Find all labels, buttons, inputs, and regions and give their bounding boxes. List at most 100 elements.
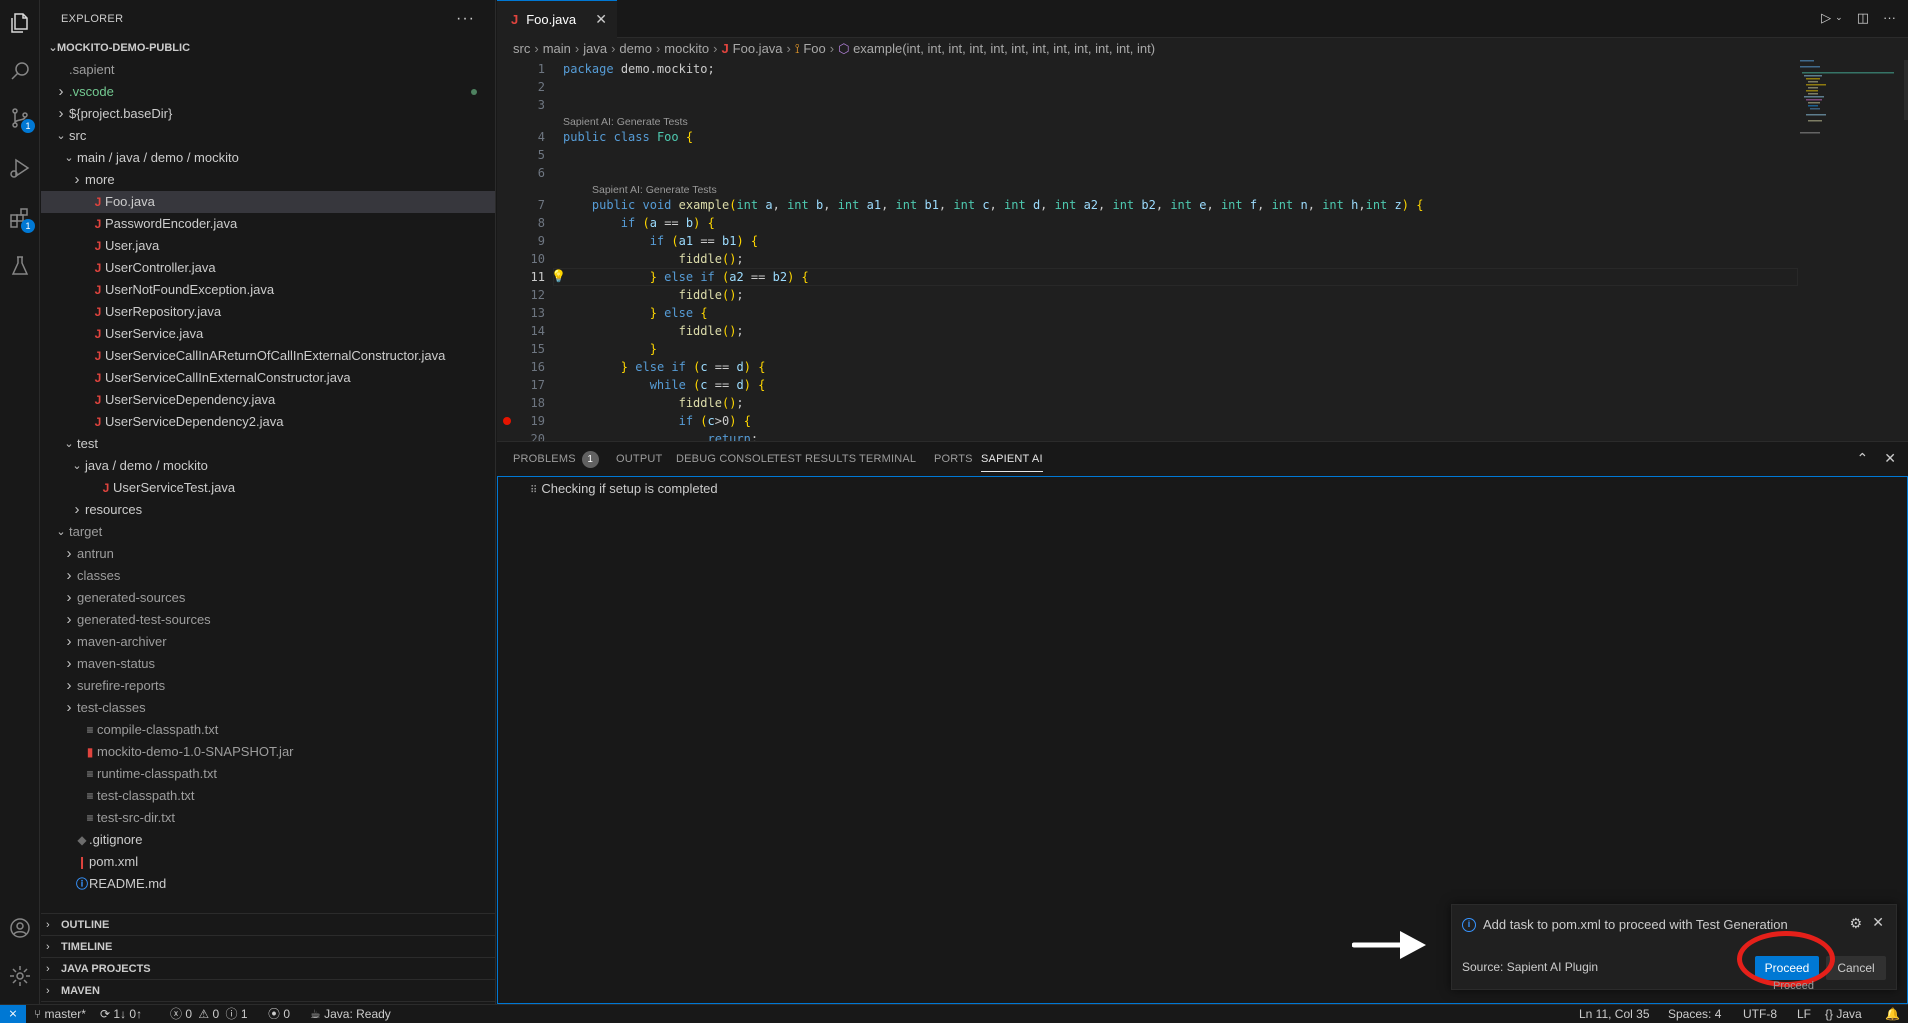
- code-line[interactable]: if (a1 == b1) {: [563, 232, 758, 250]
- code-line[interactable]: } else if (a2 == b2) {: [563, 268, 809, 286]
- tree-item-src[interactable]: ⌄ src: [41, 125, 495, 147]
- tree-item-surefire-reports[interactable]: › surefire-reports: [41, 675, 495, 697]
- breadcrumb-method[interactable]: example(int, int, int, int, int, int, in…: [853, 41, 1155, 56]
- search-icon[interactable]: [5, 56, 35, 86]
- code-line[interactable]: if (a == b) {: [563, 214, 715, 232]
- branch-indicator[interactable]: ⑂ master*: [34, 1005, 86, 1023]
- run-play-icon[interactable]: ▷: [1821, 10, 1831, 26]
- tree-item-maven-archiver[interactable]: › maven-archiver: [41, 631, 495, 653]
- breadcrumb-item[interactable]: java: [583, 41, 607, 56]
- tree-item-user-java[interactable]: J User.java: [41, 235, 495, 257]
- source-control-icon[interactable]: 1: [5, 103, 35, 133]
- code-line[interactable]: fiddle();: [563, 394, 744, 412]
- panel-tab-test-results[interactable]: TEST RESULTS: [773, 442, 856, 476]
- indentation[interactable]: Spaces: 4: [1668, 1005, 1721, 1023]
- tree-item-more[interactable]: › more: [41, 169, 495, 191]
- tree-item-readme-md[interactable]: ⓘ README.md: [41, 873, 495, 895]
- tree-item-resources[interactable]: › resources: [41, 499, 495, 521]
- code-line[interactable]: }: [563, 340, 657, 358]
- tree-item-gitignore[interactable]: ◆ .gitignore: [41, 829, 495, 851]
- close-panel-icon[interactable]: ✕: [1884, 450, 1896, 467]
- cursor-position[interactable]: Ln 11, Col 35: [1579, 1005, 1650, 1023]
- tree-item-sapient[interactable]: .sapient: [41, 59, 495, 81]
- codelens-generate-tests[interactable]: Sapient AI: Generate Tests: [592, 184, 717, 196]
- tree-item-mockito-demo-1-0-snapshot-jar[interactable]: ▮ mockito-demo-1.0-SNAPSHOT.jar: [41, 741, 495, 763]
- tree-item-test-classes[interactable]: › test-classes: [41, 697, 495, 719]
- tree-item-userrepository-java[interactable]: J UserRepository.java: [41, 301, 495, 323]
- sync-indicator[interactable]: ⟳ 1↓ 0↑: [100, 1005, 142, 1023]
- tree-item-userservicecallinareturnofcallinexternalconstructor-java[interactable]: J UserServiceCallInAReturnOfCallInExterna…: [41, 345, 495, 367]
- tree-item-antrun[interactable]: › antrun: [41, 543, 495, 565]
- breadcrumb-file[interactable]: Foo.java: [733, 41, 783, 56]
- notification-settings-gear-icon[interactable]: ⚙: [1849, 915, 1862, 932]
- line-ending[interactable]: LF: [1797, 1005, 1811, 1023]
- section-java-projects[interactable]: › JAVA PROJECTS: [41, 958, 495, 980]
- chevron-down-icon[interactable]: ⌄: [1835, 12, 1843, 26]
- code-line[interactable]: } else if (c == d) {: [563, 358, 766, 376]
- section-outline[interactable]: › OUTLINE: [41, 914, 495, 936]
- cancel-button[interactable]: Cancel: [1826, 956, 1886, 980]
- notifications-bell-icon[interactable]: 🔔: [1885, 1005, 1900, 1023]
- tree-item-generated-test-sources[interactable]: › generated-test-sources: [41, 609, 495, 631]
- tree-item-generated-sources[interactable]: › generated-sources: [41, 587, 495, 609]
- panel-tab-sapient-ai[interactable]: SAPIENT AI: [981, 446, 1043, 472]
- remote-indicator-icon[interactable]: ⨯: [0, 1005, 26, 1023]
- breadcrumb-item[interactable]: main: [543, 41, 571, 56]
- extensions-icon[interactable]: 1: [5, 203, 35, 233]
- tree-item-project-basedir[interactable]: › ${project.baseDir}: [41, 103, 495, 125]
- panel-tab-problems[interactable]: PROBLEMS 1: [513, 442, 599, 476]
- code-line[interactable]: while (c == d) {: [563, 376, 766, 394]
- tree-item-test[interactable]: ⌄ test: [41, 433, 495, 455]
- encoding[interactable]: UTF-8: [1743, 1005, 1777, 1023]
- run-debug-icon[interactable]: [5, 153, 35, 183]
- breadcrumb-class[interactable]: Foo: [803, 41, 825, 56]
- tree-item-userservicedependency-java[interactable]: J UserServiceDependency.java: [41, 389, 495, 411]
- code-editor[interactable]: Sapient AI: Generate Tests Sapient AI: Ge…: [497, 60, 1798, 441]
- split-editor-icon[interactable]: ◫: [1857, 10, 1869, 26]
- breadcrumb-item[interactable]: src: [513, 41, 530, 56]
- explorer-icon[interactable]: [5, 8, 35, 38]
- tree-item-passwordencoder-java[interactable]: J PasswordEncoder.java: [41, 213, 495, 235]
- tree-item-classes[interactable]: › classes: [41, 565, 495, 587]
- explorer-more-actions-icon[interactable]: ···: [456, 10, 475, 28]
- code-line[interactable]: fiddle();: [563, 322, 744, 340]
- panel-tab-debug-console[interactable]: DEBUG CONSOLE: [676, 442, 775, 476]
- tree-item-userservicecallinexternalconstructor-java[interactable]: J UserServiceCallInExternalConstructor.ja…: [41, 367, 495, 389]
- tree-item-test-src-dir-txt[interactable]: ≡ test-src-dir.txt: [41, 807, 495, 829]
- code-line[interactable]: } else {: [563, 304, 708, 322]
- panel-tab-output[interactable]: OUTPUT: [616, 442, 662, 476]
- code-line[interactable]: package demo.mockito;: [563, 60, 715, 78]
- tree-item-usernotfoundexception-java[interactable]: J UserNotFoundException.java: [41, 279, 495, 301]
- settings-gear-icon[interactable]: [5, 961, 35, 991]
- code-line[interactable]: if (c>0) {: [563, 412, 751, 430]
- code-line[interactable]: fiddle();: [563, 286, 744, 304]
- tree-item-foo-java[interactable]: J Foo.java: [41, 191, 495, 213]
- tree-item-main-java-demo-mockito[interactable]: ⌄ main / java / demo / mockito: [41, 147, 495, 169]
- section-timeline[interactable]: › TIMELINE: [41, 936, 495, 958]
- java-status[interactable]: ☕ Java: Ready: [310, 1005, 391, 1023]
- code-line[interactable]: public class Foo {: [563, 128, 693, 146]
- panel-tab-ports[interactable]: PORTS: [934, 442, 973, 476]
- tree-item-usercontroller-java[interactable]: J UserController.java: [41, 257, 495, 279]
- tree-item-java-demo-mockito[interactable]: ⌄ java / demo / mockito: [41, 455, 495, 477]
- minimap[interactable]: [1798, 60, 1908, 160]
- notification-close-icon[interactable]: ✕: [1872, 914, 1884, 931]
- section-maven[interactable]: › MAVEN: [41, 980, 495, 1002]
- ports-indicator[interactable]: ⦿ 0: [268, 1005, 290, 1023]
- account-icon[interactable]: [5, 913, 35, 943]
- tree-item-target[interactable]: ⌄ target: [41, 521, 495, 543]
- more-actions-icon[interactable]: ···: [1883, 10, 1896, 26]
- tree-item-mockito-demo-public[interactable]: ⌄ MOCKITO-DEMO-PUBLIC: [41, 37, 495, 59]
- language-mode[interactable]: {} Java: [1825, 1005, 1862, 1023]
- tree-item-userservicetest-java[interactable]: J UserServiceTest.java: [41, 477, 495, 499]
- lightbulb-icon[interactable]: 💡: [551, 269, 566, 283]
- code-line[interactable]: return;: [563, 430, 759, 441]
- tree-item-userservice-java[interactable]: J UserService.java: [41, 323, 495, 345]
- maximize-panel-chevron-up-icon[interactable]: ⌃: [1857, 450, 1869, 467]
- code-line[interactable]: fiddle();: [563, 250, 744, 268]
- testing-flask-icon[interactable]: [5, 251, 35, 281]
- tab-foo-java[interactable]: J Foo.java ✕: [497, 0, 617, 38]
- breadcrumb-item[interactable]: demo: [619, 41, 652, 56]
- panel-tab-terminal[interactable]: TERMINAL: [859, 442, 916, 476]
- tree-item-vscode[interactable]: › .vscode: [41, 81, 495, 103]
